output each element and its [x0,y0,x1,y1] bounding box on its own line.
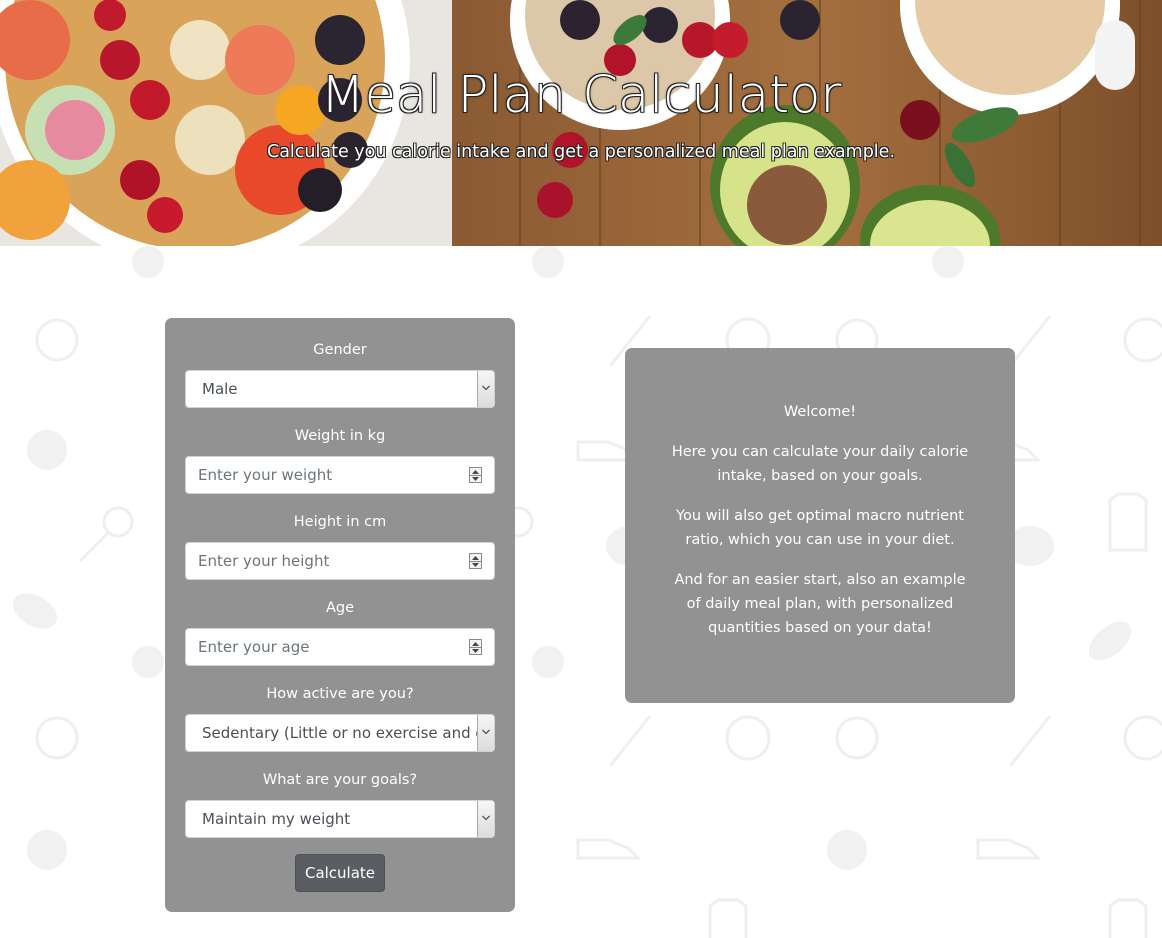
height-input-placeholder: Enter your height [198,552,330,570]
hero-banner: Meal Plan Calculator Calculate you calor… [0,0,1162,246]
number-spinner-icon[interactable] [469,639,482,655]
chevron-down-icon[interactable] [477,715,494,751]
goal-select-value: Maintain my weight [202,810,351,828]
calculator-form: Gender Male Weight in kg Enter your weig… [165,318,515,912]
welcome-paragraph-2: You will also get optimal macro nutrient… [676,508,964,548]
welcome-paragraph-3: And for an easier start, also an example… [674,572,966,636]
height-label: Height in cm [293,514,387,530]
age-input-placeholder: Enter your age [198,638,310,656]
gender-label: Gender [313,342,367,358]
gender-select-value: Male [202,380,238,398]
chevron-down-icon[interactable] [477,371,494,407]
activity-select-value: Sedentary (Little or no exercise and des… [202,724,494,742]
height-input[interactable]: Enter your height [185,542,495,580]
welcome-heading: Welcome! [783,404,857,420]
page-title: Meal Plan Calculator [320,66,842,125]
number-spinner-icon[interactable] [469,553,482,569]
weight-input[interactable]: Enter your weight [185,456,495,494]
welcome-panel: Welcome! Here you can calculate your dai… [625,348,1015,703]
chevron-down-icon[interactable] [477,801,494,837]
welcome-paragraph-1: Here you can calculate your daily calori… [671,444,969,484]
activity-label: How active are you? [266,686,414,702]
number-spinner-icon[interactable] [469,467,482,483]
weight-label: Weight in kg [294,428,386,444]
calculate-button[interactable]: Calculate [295,854,385,892]
goal-label: What are your goals? [262,772,418,788]
goal-select[interactable]: Maintain my weight [185,800,495,838]
gender-select[interactable]: Male [185,370,495,408]
age-input[interactable]: Enter your age [185,628,495,666]
page-subtitle: Calculate you calorie intake and get a p… [266,142,896,162]
age-label: Age [325,600,355,616]
weight-input-placeholder: Enter your weight [198,466,333,484]
activity-select[interactable]: Sedentary (Little or no exercise and des… [185,714,495,752]
